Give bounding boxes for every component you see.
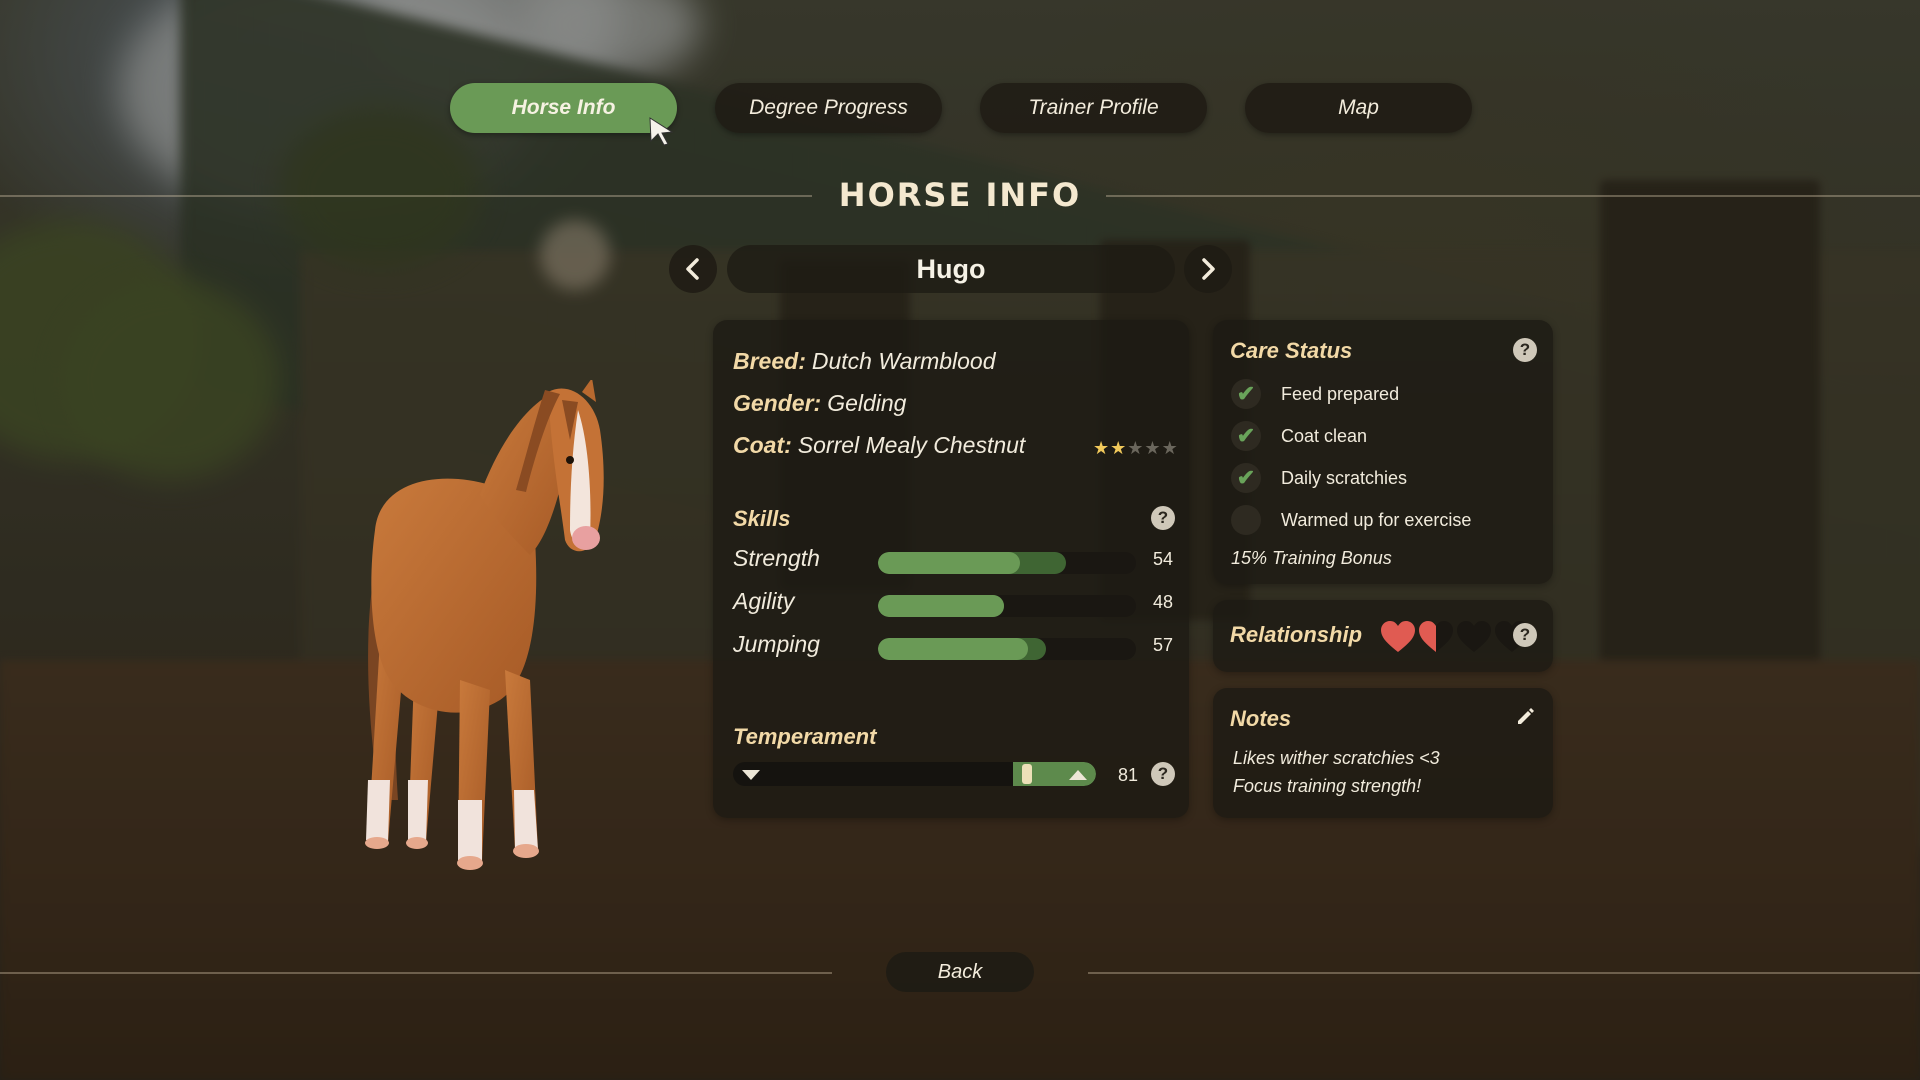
breed-label: Breed:	[733, 348, 806, 374]
check-icon: ✔	[1231, 421, 1261, 451]
care-item-label: Warmed up for exercise	[1281, 509, 1472, 530]
care-status-title: Care Status	[1230, 338, 1353, 363]
pencil-icon	[1518, 708, 1534, 724]
care-item-label: Daily scratchies	[1281, 467, 1408, 488]
page-title: HORSE INFO	[838, 176, 1082, 214]
relationship-help-icon[interactable]: ?	[1513, 623, 1537, 647]
gender-row: Gender: Gelding	[733, 390, 906, 417]
breed-row: Breed: Dutch Warmblood	[733, 348, 996, 375]
relationship-panel: Relationship ?	[1213, 600, 1553, 672]
footer-divider-left	[0, 972, 832, 974]
skills-help-icon[interactable]: ?	[1151, 506, 1175, 530]
skill-value: 57	[1152, 635, 1173, 655]
skill-value: 48	[1152, 592, 1173, 612]
tab-degree-progress[interactable]: Degree Progress	[715, 83, 942, 133]
skill-row-agility: Agility 48	[733, 588, 1173, 618]
chevron-right-icon	[1202, 258, 1215, 280]
tab-horse-info[interactable]: Horse Info	[450, 83, 677, 133]
skill-name: Jumping	[733, 631, 820, 657]
temperament-help-icon[interactable]: ?	[1151, 762, 1175, 786]
skill-value: 54	[1152, 549, 1173, 569]
mouse-cursor-icon	[649, 117, 674, 146]
relationship-title: Relationship	[1230, 622, 1363, 647]
care-status-help-icon[interactable]: ?	[1513, 338, 1537, 362]
next-horse-button[interactable]	[1184, 245, 1232, 293]
skill-bar	[878, 595, 1136, 617]
care-item-label: Coat clean	[1281, 425, 1368, 446]
temperament-value: 81	[1118, 765, 1139, 785]
star-icon: ★	[1093, 438, 1110, 458]
note-line: Likes wither scratchies <3	[1233, 748, 1440, 768]
breed-value: Dutch Warmblood	[811, 348, 996, 374]
skill-bar	[878, 638, 1136, 660]
notes-panel: Notes Likes wither scratchies <3 Focus t…	[1213, 688, 1553, 818]
care-item-label: Feed prepared	[1281, 383, 1400, 404]
care-item: ✔ Feed prepared	[1231, 378, 1399, 410]
care-status-panel: Care Status ? ✔ Feed prepared ✔ Coat cle…	[1213, 320, 1553, 584]
skills-title: Skills	[733, 506, 791, 531]
coat-rarity-stars: ★ ★ ★ ★ ★	[1093, 438, 1178, 459]
training-bonus: 15% Training Bonus	[1231, 548, 1392, 568]
star-icon: ★	[1110, 438, 1127, 458]
coat-value: Sorrel Mealy Chestnut	[797, 432, 1026, 458]
skill-name: Strength	[733, 545, 820, 571]
skill-name: Agility	[733, 588, 795, 614]
care-item: ✔ Daily scratchies	[1231, 462, 1407, 494]
check-icon: ✔	[1231, 463, 1261, 493]
gender-label: Gender:	[733, 390, 822, 416]
heart-icon	[1381, 621, 1415, 652]
skill-bar	[878, 552, 1136, 574]
temperament-slider	[733, 762, 1096, 786]
relationship-hearts	[1380, 620, 1530, 654]
check-icon: ✔	[1231, 379, 1261, 409]
tab-map[interactable]: Map	[1245, 83, 1472, 133]
notes-title: Notes	[1230, 706, 1292, 731]
temperament-title: Temperament	[733, 724, 877, 749]
star-icon: ★	[1161, 438, 1178, 458]
horse-model-image	[365, 380, 604, 870]
skill-row-strength: Strength 54	[733, 545, 1173, 575]
previous-horse-button[interactable]	[669, 245, 717, 293]
horse-name: Hugo	[727, 245, 1175, 293]
empty-check-icon	[1231, 505, 1261, 535]
care-item: Warmed up for exercise	[1231, 504, 1471, 536]
note-line: Focus training strength!	[1233, 776, 1422, 796]
care-item: ✔ Coat clean	[1231, 420, 1367, 452]
star-icon: ★	[1144, 438, 1161, 458]
horse-info-panel: Breed: Dutch Warmblood Gender: Gelding Coa…	[713, 320, 1189, 818]
gender-value: Gelding	[827, 390, 907, 416]
heart-icon	[1457, 621, 1491, 652]
temperament-marker	[1022, 764, 1033, 784]
coat-row: Coat: Sorrel Mealy Chestnut	[733, 432, 1025, 459]
footer-divider-right	[1088, 972, 1920, 974]
edit-notes-button[interactable]	[1511, 702, 1539, 730]
chevron-left-icon	[686, 258, 699, 280]
heart-icon	[1419, 621, 1453, 652]
tab-trainer-profile[interactable]: Trainer Profile	[980, 83, 1207, 133]
star-icon: ★	[1127, 438, 1144, 458]
back-button[interactable]: Back	[886, 952, 1034, 992]
skill-row-jumping: Jumping 57	[733, 631, 1173, 661]
coat-label: Coat:	[733, 432, 792, 458]
main-tabs: Horse Info Degree Progress Trainer Profi…	[450, 83, 1472, 133]
triangle-down-icon	[742, 770, 760, 780]
triangle-up-icon	[1069, 770, 1087, 780]
